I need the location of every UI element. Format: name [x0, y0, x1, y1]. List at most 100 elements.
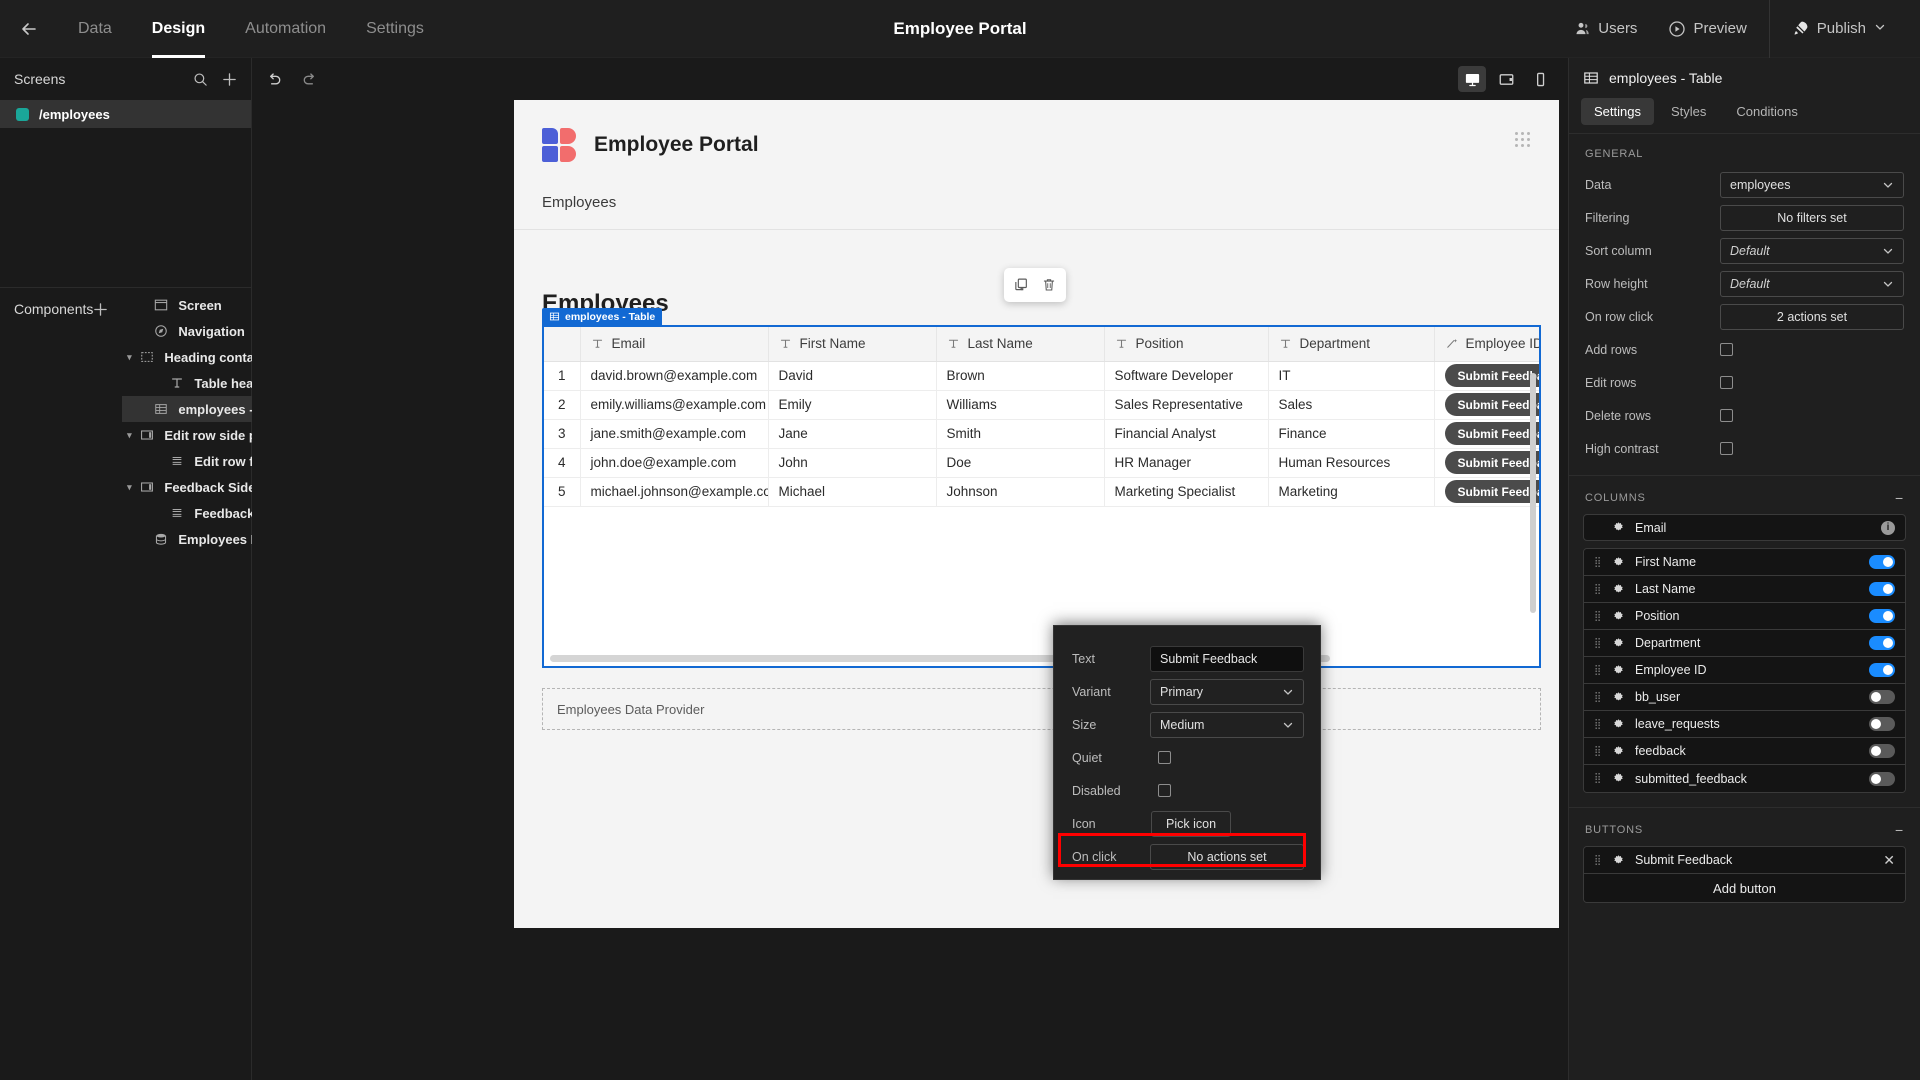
cell-last-name[interactable]: Williams	[936, 390, 1105, 420]
table-row[interactable]: 1 david.brown@example.com David Brown So…	[544, 361, 1539, 391]
high-contrast-checkbox[interactable]	[1720, 442, 1733, 455]
nav-tab-settings[interactable]: Settings	[346, 0, 444, 58]
table-row[interactable]: 4 john.doe@example.com John Doe HR Manag…	[544, 448, 1539, 478]
tab-settings[interactable]: Settings	[1581, 98, 1654, 125]
gear-icon[interactable]	[1612, 718, 1625, 731]
column-item-department[interactable]: ⣿ Department	[1584, 630, 1905, 657]
drag-handle-icon[interactable]: ⣿	[1594, 611, 1604, 622]
undo-icon[interactable]	[266, 71, 283, 88]
gear-icon[interactable]	[1612, 610, 1625, 623]
gear-icon[interactable]	[1612, 556, 1625, 569]
cell-first-name[interactable]: Michael	[768, 477, 937, 507]
cell-last-name[interactable]: Johnson	[936, 477, 1105, 507]
cell-last-name[interactable]: Smith	[936, 419, 1105, 449]
gear-icon[interactable]	[1612, 664, 1625, 677]
drag-handle-icon[interactable]: ⣿	[1594, 665, 1604, 676]
cell-position[interactable]: Marketing Specialist	[1104, 477, 1269, 507]
cell-position[interactable]: HR Manager	[1104, 448, 1269, 478]
cell-position[interactable]: Financial Analyst	[1104, 419, 1269, 449]
collapse-buttons-icon[interactable]: −	[1895, 822, 1904, 838]
cell-department[interactable]: Marketing	[1268, 477, 1435, 507]
cell-last-name[interactable]: Doe	[936, 448, 1105, 478]
cell-email[interactable]: emily.williams@example.com	[580, 390, 769, 420]
tablet-icon[interactable]	[1492, 66, 1520, 92]
add-component-icon[interactable]	[93, 302, 108, 317]
column-item-first-name[interactable]: ⣿ First Name	[1584, 549, 1905, 576]
column-visibility-toggle[interactable]	[1869, 582, 1895, 596]
cell-first-name[interactable]: Emily	[768, 390, 937, 420]
search-icon[interactable]	[193, 72, 208, 87]
publish-button[interactable]: Publish	[1776, 12, 1902, 46]
column-item-bb-user[interactable]: ⣿ bb_user	[1584, 684, 1905, 711]
drag-handle-icon[interactable]: ⣿	[1594, 584, 1604, 595]
sort-column-select[interactable]: Default	[1720, 237, 1904, 264]
cell-position[interactable]: Software Developer	[1104, 361, 1269, 391]
cell-employee-id[interactable]: Submit Feedback	[1434, 390, 1539, 420]
drag-handle-icon[interactable]: ⣿	[1594, 719, 1604, 730]
column-visibility-toggle[interactable]	[1869, 717, 1895, 731]
drag-handle-icon[interactable]: ⣿	[1594, 746, 1604, 757]
drag-handle-icon[interactable]: ⣿	[1594, 855, 1604, 866]
submit-feedback-button[interactable]: Submit Feedback	[1444, 364, 1539, 387]
cell-email[interactable]: john.doe@example.com	[580, 448, 769, 478]
submit-feedback-button[interactable]: Submit Feedback	[1444, 422, 1539, 445]
column-visibility-toggle[interactable]	[1869, 609, 1895, 623]
cell-department[interactable]: IT	[1268, 361, 1435, 391]
cell-employee-id[interactable]: Submit Feedback	[1434, 477, 1539, 507]
column-item-last-name[interactable]: ⣿ Last Name	[1584, 576, 1905, 603]
button-text-input[interactable]: Submit Feedback	[1150, 645, 1304, 672]
tab-conditions[interactable]: Conditions	[1723, 98, 1810, 125]
cell-email[interactable]: david.brown@example.com	[580, 361, 769, 391]
info-icon[interactable]: i	[1881, 520, 1895, 535]
column-item-position[interactable]: ⣿ Position	[1584, 603, 1905, 630]
col-header-department[interactable]: Department	[1268, 327, 1435, 362]
row-height-select[interactable]: Default	[1720, 270, 1904, 297]
col-header-first-name[interactable]: First Name	[768, 327, 937, 362]
filtering-button[interactable]: No filters set	[1720, 204, 1904, 231]
cell-first-name[interactable]: Jane	[768, 419, 937, 449]
column-visibility-toggle[interactable]	[1869, 744, 1895, 758]
table-row[interactable]: 5 michael.johnson@example.con Michael Jo…	[544, 477, 1539, 507]
drag-handle-icon[interactable]: ⣿	[1594, 692, 1604, 703]
cell-first-name[interactable]: David	[768, 361, 937, 391]
close-icon[interactable]: ✕	[1883, 852, 1895, 869]
table-row[interactable]: 2 emily.williams@example.com Emily Willi…	[544, 390, 1539, 420]
cell-department[interactable]: Sales	[1268, 390, 1435, 420]
back-button[interactable]	[0, 0, 58, 58]
tab-styles[interactable]: Styles	[1658, 98, 1719, 125]
drag-handle-icon[interactable]: ⣿	[1594, 773, 1604, 784]
drag-handle-icon[interactable]: ⣿	[1594, 557, 1604, 568]
add-rows-checkbox[interactable]	[1720, 343, 1733, 356]
nav-link-employees[interactable]: Employees	[514, 162, 1559, 211]
column-item-feedback[interactable]: ⣿ feedback	[1584, 738, 1905, 765]
delete-rows-checkbox[interactable]	[1720, 409, 1733, 422]
gear-icon[interactable]	[1612, 772, 1625, 785]
gear-icon[interactable]	[1612, 691, 1625, 704]
column-visibility-toggle[interactable]	[1869, 690, 1895, 704]
gear-icon[interactable]	[1612, 583, 1625, 596]
pick-icon-button[interactable]: Pick icon	[1151, 810, 1232, 837]
nav-tab-design[interactable]: Design	[132, 0, 225, 58]
cell-employee-id[interactable]: Submit Feedback	[1434, 419, 1539, 449]
column-item-leave-requests[interactable]: ⣿ leave_requests	[1584, 711, 1905, 738]
column-item-submitted-feedback[interactable]: ⣿ submitted_feedback	[1584, 765, 1905, 792]
nav-tab-data[interactable]: Data	[58, 0, 132, 58]
gear-icon[interactable]	[1612, 521, 1625, 534]
col-header-email[interactable]: Email	[580, 327, 769, 362]
mobile-icon[interactable]	[1526, 66, 1554, 92]
cell-position[interactable]: Sales Representative	[1104, 390, 1269, 420]
drag-handle-icon[interactable]	[1515, 132, 1531, 148]
redo-icon[interactable]	[301, 71, 318, 88]
gear-icon[interactable]	[1612, 745, 1625, 758]
cell-employee-id[interactable]: Submit Feedback	[1434, 448, 1539, 478]
add-screen-icon[interactable]	[222, 72, 237, 87]
variant-select[interactable]: Primary	[1150, 678, 1304, 705]
column-visibility-toggle[interactable]	[1869, 636, 1895, 650]
users-button[interactable]: Users	[1559, 12, 1653, 46]
cell-employee-id[interactable]: Submit Feedback	[1434, 361, 1539, 391]
col-header-position[interactable]: Position	[1104, 327, 1269, 362]
column-visibility-toggle[interactable]	[1869, 663, 1895, 677]
cell-first-name[interactable]: John	[768, 448, 937, 478]
cell-department[interactable]: Human Resources	[1268, 448, 1435, 478]
tree-caret-down-icon[interactable]: ▾	[122, 352, 136, 363]
